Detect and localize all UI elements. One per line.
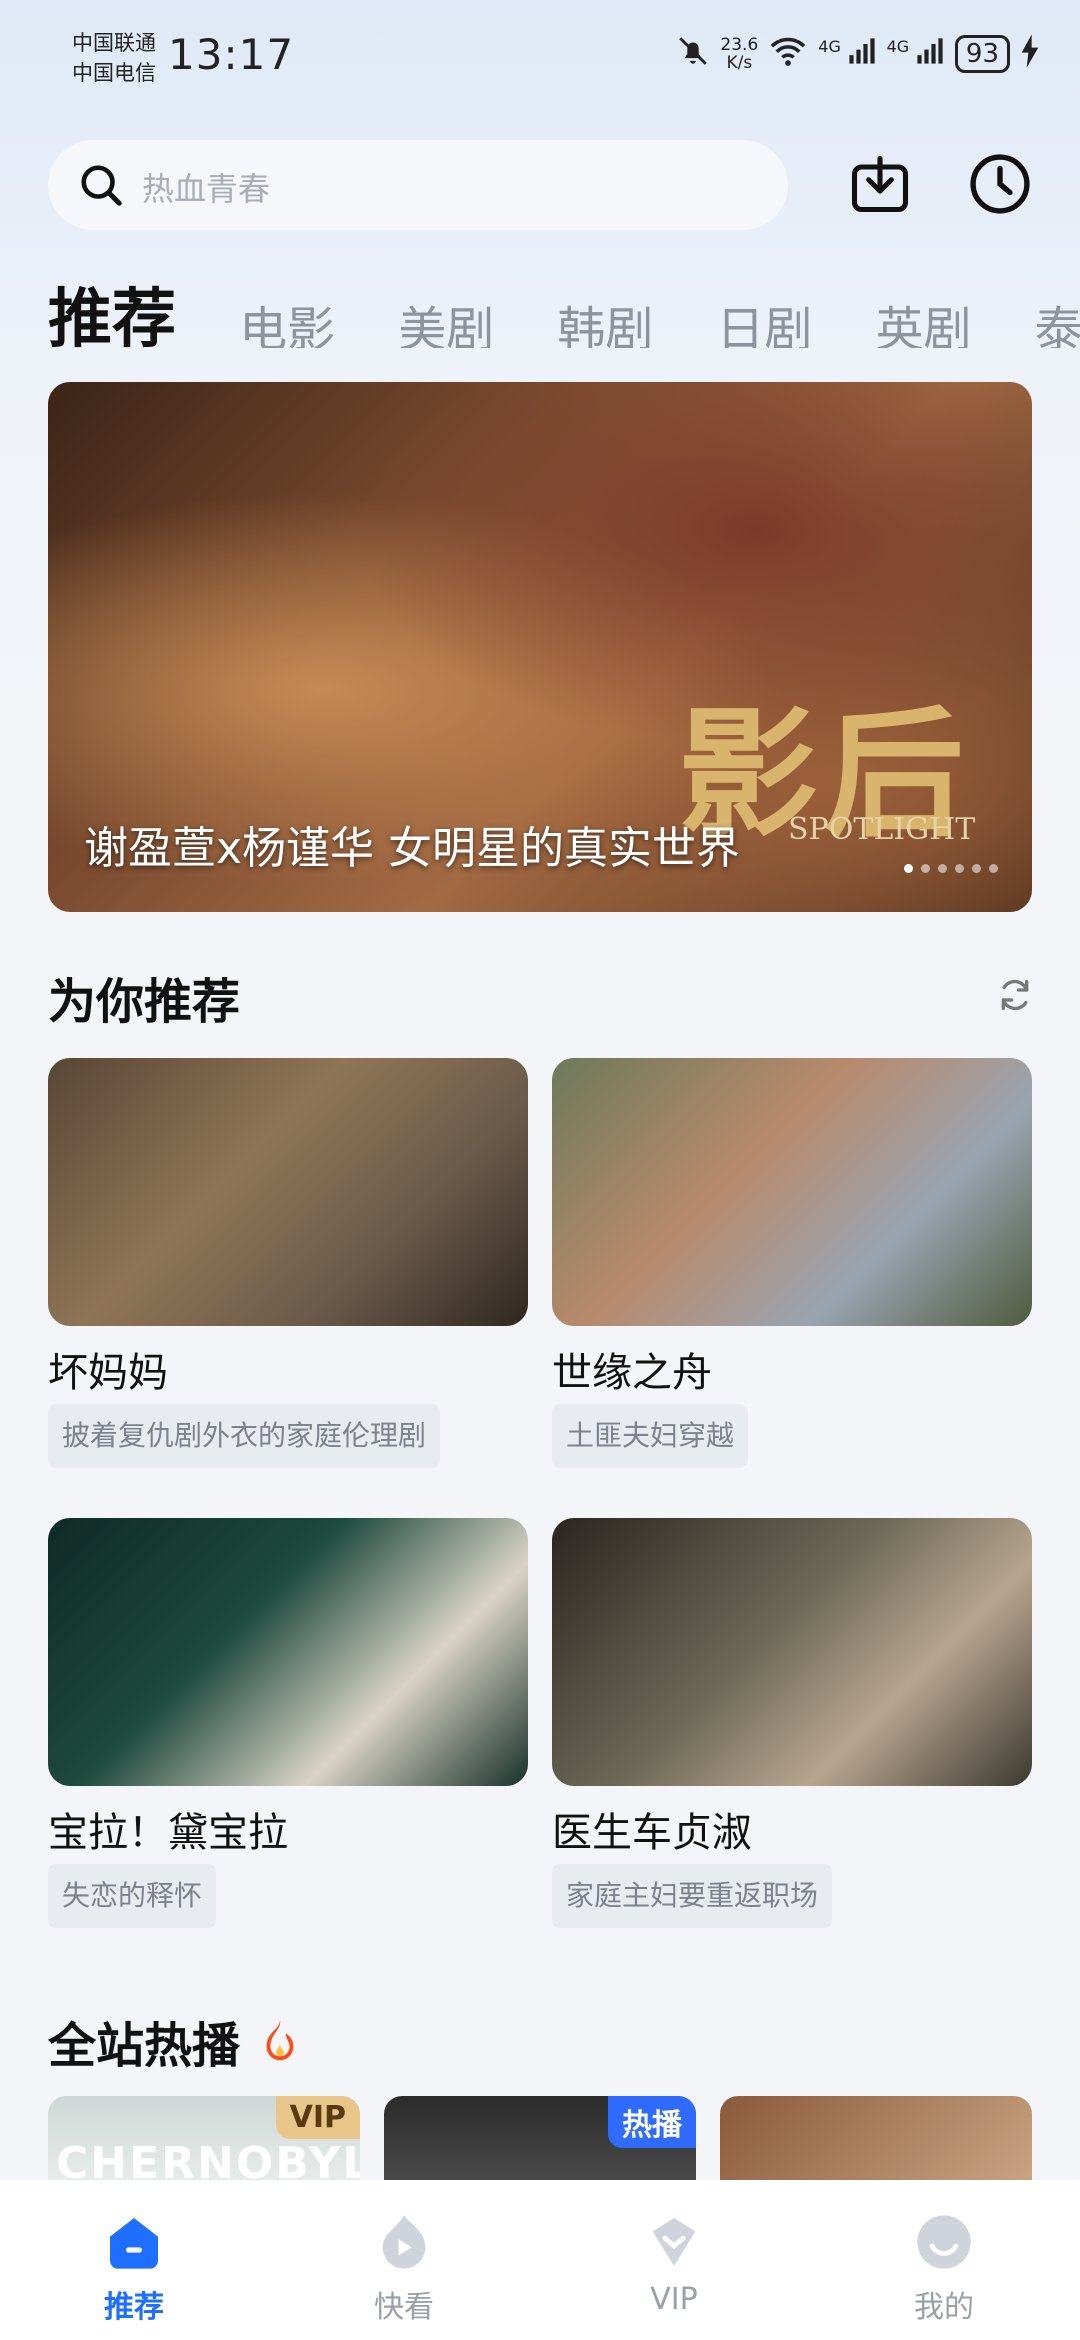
carrier-1: 中国联通 bbox=[72, 31, 156, 55]
pagination-dot bbox=[955, 864, 964, 873]
hot-item-3[interactable] bbox=[720, 2096, 1032, 2180]
banner-pagination bbox=[904, 864, 998, 873]
battery-indicator: 93 bbox=[954, 34, 1010, 73]
category-tabs: 推荐 电影 美剧 韩剧 日剧 英剧 泰 bbox=[48, 268, 1080, 348]
carrier-labels: 中国联通 中国电信 bbox=[72, 28, 156, 88]
tab-jp-drama[interactable]: 日剧 bbox=[716, 290, 812, 348]
poster-card-3[interactable] bbox=[48, 1518, 528, 1786]
search-placeholder: 热血青春 bbox=[142, 170, 271, 208]
charging-icon bbox=[1020, 34, 1040, 73]
wifi-icon bbox=[768, 35, 808, 72]
pagination-dot bbox=[972, 864, 981, 873]
card-3-title[interactable]: 宝拉！黛宝拉 bbox=[48, 1800, 288, 1858]
vip-diamond-icon bbox=[642, 2210, 706, 2278]
featured-banner[interactable]: 影后 SPOTLIGHT 谢盈萱x杨谨华 女明星的真实世界 bbox=[48, 382, 1032, 912]
nav-recommend[interactable]: 推荐 bbox=[54, 2180, 214, 2340]
status-bar: 中国联通 中国电信 13:17 23.6 K/s 4G 4G 93 bbox=[0, 0, 1080, 120]
profile-icon bbox=[912, 2210, 976, 2278]
mute-bell-icon bbox=[676, 34, 710, 73]
pagination-dot bbox=[921, 864, 930, 873]
tab-uk-drama[interactable]: 英剧 bbox=[876, 290, 972, 348]
tab-recommend[interactable]: 推荐 bbox=[48, 268, 176, 348]
search-icon bbox=[78, 162, 124, 212]
pagination-dot bbox=[989, 864, 998, 873]
card-2-title[interactable]: 世缘之舟 bbox=[552, 1340, 712, 1398]
status-time: 13:17 bbox=[168, 30, 295, 79]
refresh-button[interactable] bbox=[995, 975, 1035, 1019]
poster-card-4[interactable] bbox=[552, 1518, 1032, 1786]
hot-item-2[interactable]: 热播 bbox=[384, 2096, 696, 2180]
tab-thai-drama[interactable]: 泰 bbox=[1035, 290, 1080, 348]
vip-badge: VIP bbox=[275, 2096, 360, 2139]
download-icon bbox=[851, 155, 909, 213]
tab-kr-drama[interactable]: 韩剧 bbox=[557, 290, 653, 348]
pagination-dot bbox=[904, 864, 913, 873]
bottom-nav: 推荐 快看 VIP 我的 bbox=[0, 2180, 1080, 2340]
search-bar[interactable]: 热血青春 bbox=[48, 140, 788, 230]
refresh-icon bbox=[1001, 979, 1029, 1011]
net-speed: 23.6 K/s bbox=[720, 34, 759, 73]
tab-movies[interactable]: 电影 bbox=[239, 290, 335, 348]
card-4-tag: 家庭主妇要重返职场 bbox=[552, 1864, 833, 1928]
carrier-2: 中国电信 bbox=[72, 61, 156, 85]
hot-item-1-poster-text: CHERNOBYL bbox=[56, 2138, 360, 2180]
home-icon bbox=[102, 2210, 166, 2278]
card-3-tag: 失恋的释怀 bbox=[48, 1864, 217, 1928]
pagination-dot bbox=[938, 864, 947, 873]
card-1-title[interactable]: 坏妈妈 bbox=[48, 1340, 168, 1398]
nav-quick-watch[interactable]: 快看 bbox=[324, 2180, 484, 2340]
section-title-hot: 全站热播 bbox=[48, 2006, 303, 2076]
signal-4g-1: 4G bbox=[818, 37, 876, 70]
card-2-tag: 土匪夫妇穿越 bbox=[552, 1404, 749, 1468]
clock-icon bbox=[970, 154, 1030, 214]
tab-us-drama[interactable]: 美剧 bbox=[398, 290, 494, 348]
history-button[interactable] bbox=[966, 150, 1034, 218]
poster-card-1[interactable] bbox=[48, 1058, 528, 1326]
download-button[interactable] bbox=[846, 150, 914, 218]
signal-4g-2: 4G bbox=[887, 37, 945, 70]
system-icons: 23.6 K/s 4G 4G 93 bbox=[676, 34, 1040, 73]
poster-card-2[interactable] bbox=[552, 1058, 1032, 1326]
hot-item-1[interactable]: CHERNOBYL VIP bbox=[48, 2096, 360, 2180]
section-title-recommend: 为你推荐 bbox=[48, 974, 241, 1030]
fire-icon bbox=[257, 2018, 303, 2074]
nav-profile[interactable]: 我的 bbox=[864, 2180, 1024, 2340]
nav-vip[interactable]: VIP bbox=[594, 2180, 754, 2340]
banner-title-logo-en: SPOTLIGHT bbox=[788, 812, 976, 847]
play-icon bbox=[372, 2210, 436, 2278]
card-4-title[interactable]: 医生车贞淑 bbox=[552, 1800, 752, 1858]
banner-caption: 谢盈萱x杨谨华 女明星的真实世界 bbox=[84, 823, 741, 874]
card-1-tag: 披着复仇剧外衣的家庭伦理剧 bbox=[48, 1404, 441, 1468]
hot-badge: 热播 bbox=[608, 2096, 696, 2148]
